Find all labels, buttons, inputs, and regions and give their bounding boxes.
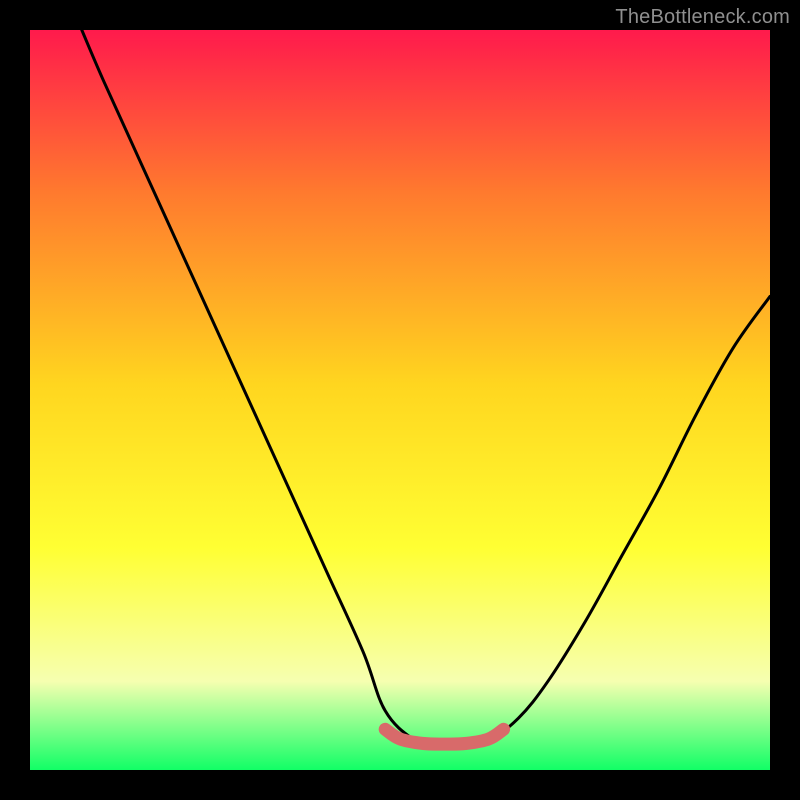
watermark-text: TheBottleneck.com [615, 6, 790, 29]
chart-stage: TheBottleneck.com [0, 0, 800, 800]
curve-overlay [30, 30, 770, 770]
bottleneck-curve [82, 30, 770, 749]
plot-area [30, 30, 770, 770]
